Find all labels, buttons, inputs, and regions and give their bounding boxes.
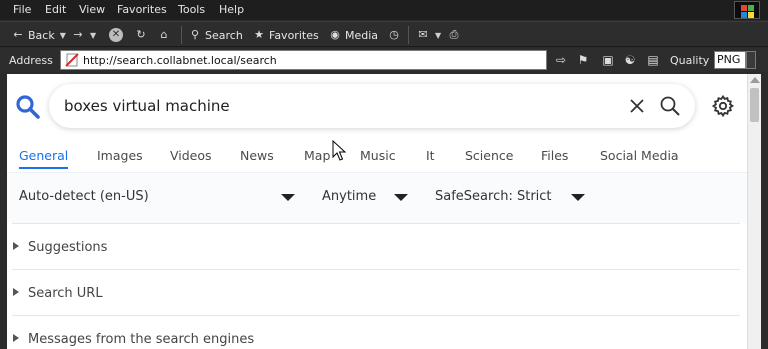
search-icon[interactable]	[659, 95, 681, 117]
history-button[interactable]: ◷	[387, 27, 401, 43]
menu-edit[interactable]: Edit	[45, 3, 66, 16]
media-toolbar-button[interactable]: ◉ Media	[328, 27, 378, 43]
time-range-select[interactable]: Anytime	[322, 189, 376, 204]
scrollbar-thumb[interactable]	[750, 88, 759, 122]
refresh-icon: ↻	[136, 28, 146, 41]
clipboard-icon[interactable]: ▤	[645, 52, 661, 68]
language-select[interactable]: Auto-detect (en-US)	[19, 189, 149, 204]
media-icon: ◉	[330, 28, 340, 41]
mouse-pointer-icon	[332, 140, 346, 161]
back-button[interactable]: ← Back ▼	[11, 27, 66, 43]
engine-messages-label: Messages from the search engines	[28, 332, 255, 347]
tab-images[interactable]: Images	[97, 143, 143, 169]
favorites-toolbar-label: Favorites	[269, 28, 319, 42]
forward-dropdown-icon[interactable]: ▼	[90, 31, 96, 40]
suggestions-section[interactable]: Suggestions	[7, 224, 747, 270]
toolbar: ← Back ▼ → ▼ ✕ ↻ ⌂ ⚲ Search ★ Favorites …	[0, 21, 768, 47]
menu-tools[interactable]: Tools	[178, 3, 205, 16]
gear-icon[interactable]	[711, 94, 735, 118]
tab-social-media[interactable]: Social Media	[600, 143, 679, 169]
quality-select[interactable]: PNG	[714, 51, 746, 69]
clear-icon[interactable]	[627, 96, 647, 116]
forward-arrow-icon: →	[73, 28, 83, 41]
toolbar-separator	[181, 26, 182, 44]
mail-dropdown-icon[interactable]: ▼	[435, 31, 441, 40]
favorites-toolbar-button[interactable]: ★ Favorites	[252, 27, 319, 43]
engine-messages-section[interactable]: Messages from the search engines	[7, 316, 747, 349]
tab-science[interactable]: Science	[465, 143, 513, 169]
search-globe-icon: ⚲	[190, 28, 200, 41]
tab-videos[interactable]: Videos	[170, 143, 212, 169]
back-label: Back	[28, 28, 55, 42]
tab-it[interactable]: It	[426, 143, 435, 169]
search-url-section[interactable]: Search URL	[7, 270, 747, 316]
mail-button[interactable]: ✉ ▼	[416, 27, 441, 43]
stop-icon: ✕	[109, 28, 123, 42]
search-toolbar-label: Search	[205, 28, 243, 42]
address-bar: Address http://search.collabnet.local/se…	[0, 48, 768, 72]
search-logo-icon[interactable]	[15, 94, 41, 120]
binoculars-icon[interactable]: ☯	[622, 52, 638, 68]
tab-map[interactable]: Map	[304, 143, 330, 169]
chevron-down-icon[interactable]	[571, 194, 585, 201]
insecure-page-icon	[65, 53, 79, 67]
page-viewport: boxes virtual machine General Images Vid…	[7, 74, 747, 349]
mail-icon: ✉	[418, 28, 428, 41]
suggestions-label: Suggestions	[28, 240, 108, 255]
address-input[interactable]: http://search.collabnet.local/search	[60, 50, 547, 70]
expand-triangle-icon	[13, 242, 19, 250]
search-box[interactable]: boxes virtual machine	[49, 84, 695, 128]
search-url-label: Search URL	[28, 286, 103, 301]
windows-logo-icon	[734, 1, 760, 19]
tab-news[interactable]: News	[240, 143, 274, 169]
search-filters: Auto-detect (en-US) Anytime SafeSearch: …	[7, 173, 747, 223]
address-label: Address	[9, 54, 53, 67]
forward-button[interactable]: → ▼	[71, 27, 96, 43]
search-toolbar-button[interactable]: ⚲ Search	[188, 27, 243, 43]
tab-music[interactable]: Music	[360, 143, 396, 169]
favorites-folder-icon: ★	[254, 28, 264, 41]
menu-file[interactable]: File	[13, 3, 31, 16]
go-arrow-icon[interactable]: ⇨	[553, 52, 569, 68]
menu-help[interactable]: Help	[219, 3, 244, 16]
menu-favorites[interactable]: Favorites	[117, 3, 167, 16]
quality-label: Quality	[670, 54, 710, 67]
home-icon: ⌂	[160, 28, 168, 41]
category-tabs: General Images Videos News Map Music It …	[7, 138, 747, 174]
page-icon[interactable]: ▣	[600, 52, 616, 68]
chevron-down-icon[interactable]	[394, 194, 408, 201]
stop-button[interactable]: ✕	[109, 27, 123, 43]
back-dropdown-icon[interactable]: ▼	[60, 31, 66, 40]
toolbar-separator-2	[408, 26, 409, 44]
quality-spinner[interactable]	[746, 51, 756, 69]
back-arrow-icon: ←	[13, 28, 23, 41]
print-icon: ⎙	[449, 28, 459, 41]
bookmark-icon[interactable]: ⚑	[575, 52, 591, 68]
expand-triangle-icon	[13, 288, 19, 296]
menu-view[interactable]: View	[79, 3, 105, 16]
tab-general[interactable]: General	[19, 143, 69, 169]
history-icon: ◷	[389, 28, 399, 41]
refresh-button[interactable]: ↻	[134, 27, 148, 43]
expand-triangle-icon	[13, 334, 19, 342]
search-input[interactable]: boxes virtual machine	[64, 97, 230, 115]
home-button[interactable]: ⌂	[157, 27, 171, 43]
window-frame	[761, 74, 768, 349]
scroll-up-icon[interactable]	[750, 77, 760, 83]
address-url: http://search.collabnet.local/search	[83, 54, 277, 67]
safesearch-select[interactable]: SafeSearch: Strict	[435, 189, 552, 204]
print-button[interactable]: ⎙	[447, 27, 461, 43]
tab-files[interactable]: Files	[541, 143, 568, 169]
chevron-down-icon[interactable]	[281, 194, 295, 201]
media-toolbar-label: Media	[345, 28, 379, 42]
vertical-scrollbar[interactable]	[747, 74, 761, 349]
menu-bar: File Edit View Favorites Tools Help	[0, 0, 768, 20]
